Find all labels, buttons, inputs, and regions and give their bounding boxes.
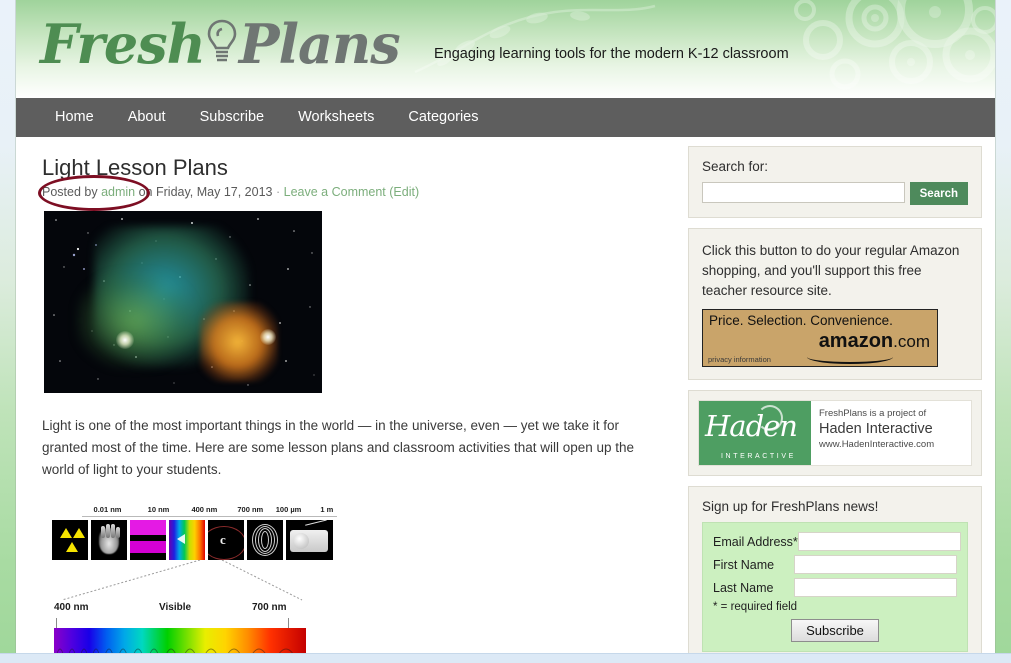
post-meta-on: on (138, 185, 153, 199)
haden-logo-script: Haden (705, 409, 798, 443)
microwave-tile (247, 520, 283, 560)
amazon-privacy-link[interactable]: privacy information (708, 355, 771, 364)
nebula-green-region (77, 272, 195, 368)
page-title: Light Lesson Plans (42, 155, 228, 180)
widget-newsletter: Sign up for FreshPlans news! Email Addre… (688, 486, 982, 663)
search-input[interactable] (702, 182, 905, 203)
body-columns: Light Lesson Plans Posted by admin on Fr… (16, 137, 995, 663)
xray-hand-tile (91, 520, 127, 560)
haden-line-2: Haden Interactive (819, 421, 933, 437)
email-label: Email Address* (713, 534, 798, 549)
email-field[interactable] (797, 532, 961, 551)
post-meta: Posted by admin on Friday, May 17, 2013 … (38, 175, 688, 211)
post-meta-separator: · (275, 185, 281, 199)
widget-haden-interactive: Haden INTERACTIVE FreshPlans is a projec… (688, 390, 982, 476)
post-author-link[interactable]: admin (101, 185, 135, 199)
scale-label-1: 10 nm (147, 505, 170, 514)
scale-label-3: 700 nm (237, 505, 264, 514)
post-meta-posted-by: Posted by (42, 185, 98, 199)
visible-center-label: Visible (159, 602, 192, 613)
spectrum-tiles: c (52, 520, 352, 560)
post-date: Friday, May 17, 2013 (156, 185, 273, 199)
sidebar: Search for: Search Click this button to … (688, 137, 995, 663)
scale-label-4: 100 µm (275, 505, 302, 514)
main-content: Light Lesson Plans Posted by admin on Fr… (16, 137, 688, 663)
subscribe-button[interactable]: Subscribe (791, 619, 879, 642)
logo-text-plans: Plans (238, 12, 401, 76)
first-name-field[interactable] (794, 555, 957, 574)
scale-label-0: 0.01 nm (93, 505, 122, 514)
spectrum-scale: 0.01 nm 10 nm 400 nm 700 nm 100 µm 1 m (82, 499, 337, 517)
last-name-field[interactable] (794, 578, 957, 597)
electromagnetic-spectrum-figure[interactable]: 0.01 nm 10 nm 400 nm 700 nm 100 µm 1 m c… (52, 499, 352, 663)
amazon-logo-word: amazon (818, 330, 894, 352)
bright-star-right (260, 329, 276, 345)
amazon-banner-headline: Price. Selection. Convenience. (709, 313, 893, 328)
infrared-tile: c (208, 520, 244, 560)
horizontal-scrollbar[interactable] (0, 653, 1011, 663)
post-body-text: Light is one of the most important thing… (42, 418, 635, 477)
logo-text-fresh: Fresh (40, 12, 206, 76)
newsletter-form: Email Address* First Name Last Name * = … (702, 522, 968, 652)
scale-label-2: 400 nm (191, 505, 218, 514)
site-tagline: Engaging learning tools for the modern K… (434, 46, 789, 62)
amazon-banner-button[interactable]: Price. Selection. Convenience. amazon.co… (702, 309, 938, 367)
site-logo[interactable]: Fresh Plans (40, 8, 410, 80)
main-navigation: Home About Subscribe Worksheets Categori… (16, 98, 995, 137)
site-header: Fresh Plans Engaging learning tools for t… (16, 0, 995, 98)
ultraviolet-tile (130, 520, 166, 560)
amazon-promo-text: Click this button to do your regular Ama… (702, 243, 960, 298)
nav-item-subscribe[interactable]: Subscribe (183, 98, 281, 137)
visible-right-label: 700 nm (252, 602, 287, 613)
page-container: Fresh Plans Engaging learning tools for t… (16, 0, 995, 663)
gamma-ray-tile (52, 520, 88, 560)
required-field-note: * = required field (713, 601, 798, 613)
nav-item-about[interactable]: About (111, 98, 183, 137)
haden-line-3[interactable]: www.HadenInteractive.com (819, 439, 934, 450)
visible-band-labels: 400 nm Visible 700 nm (54, 602, 310, 618)
radio-tile (286, 520, 333, 560)
scale-label-5: 1 m (320, 505, 334, 514)
featured-image-nebula[interactable] (44, 211, 322, 393)
header-decorative-vine (414, 4, 656, 74)
spectrum-converge-lines (52, 559, 352, 602)
nav-item-worksheets[interactable]: Worksheets (281, 98, 391, 137)
widget-amazon: Click this button to do your regular Ama… (688, 228, 982, 380)
visible-left-label: 400 nm (54, 602, 89, 613)
visible-band-ticks (54, 618, 310, 628)
widget-search: Search for: Search (688, 146, 982, 218)
first-name-label: First Name (713, 557, 775, 572)
bright-star-left (116, 331, 134, 349)
leave-comment-link[interactable]: Leave a Comment (Edit) (284, 185, 419, 199)
amazon-logo-tld: .com (893, 332, 930, 351)
haden-line-1: FreshPlans is a project of (819, 408, 927, 419)
visible-light-tile (169, 520, 205, 560)
newsletter-title: Sign up for FreshPlans news! (702, 499, 879, 514)
haden-logo[interactable]: Haden INTERACTIVE (699, 401, 811, 465)
lightbulb-icon (205, 15, 239, 69)
nav-item-home[interactable]: Home (38, 98, 111, 137)
nav-item-categories[interactable]: Categories (391, 98, 495, 137)
search-label: Search for: (702, 159, 769, 174)
amazon-smile-icon (807, 350, 893, 364)
search-button[interactable]: Search (909, 182, 968, 205)
last-name-label: Last Name (713, 580, 774, 595)
haden-logo-subtitle: INTERACTIVE (721, 453, 796, 460)
